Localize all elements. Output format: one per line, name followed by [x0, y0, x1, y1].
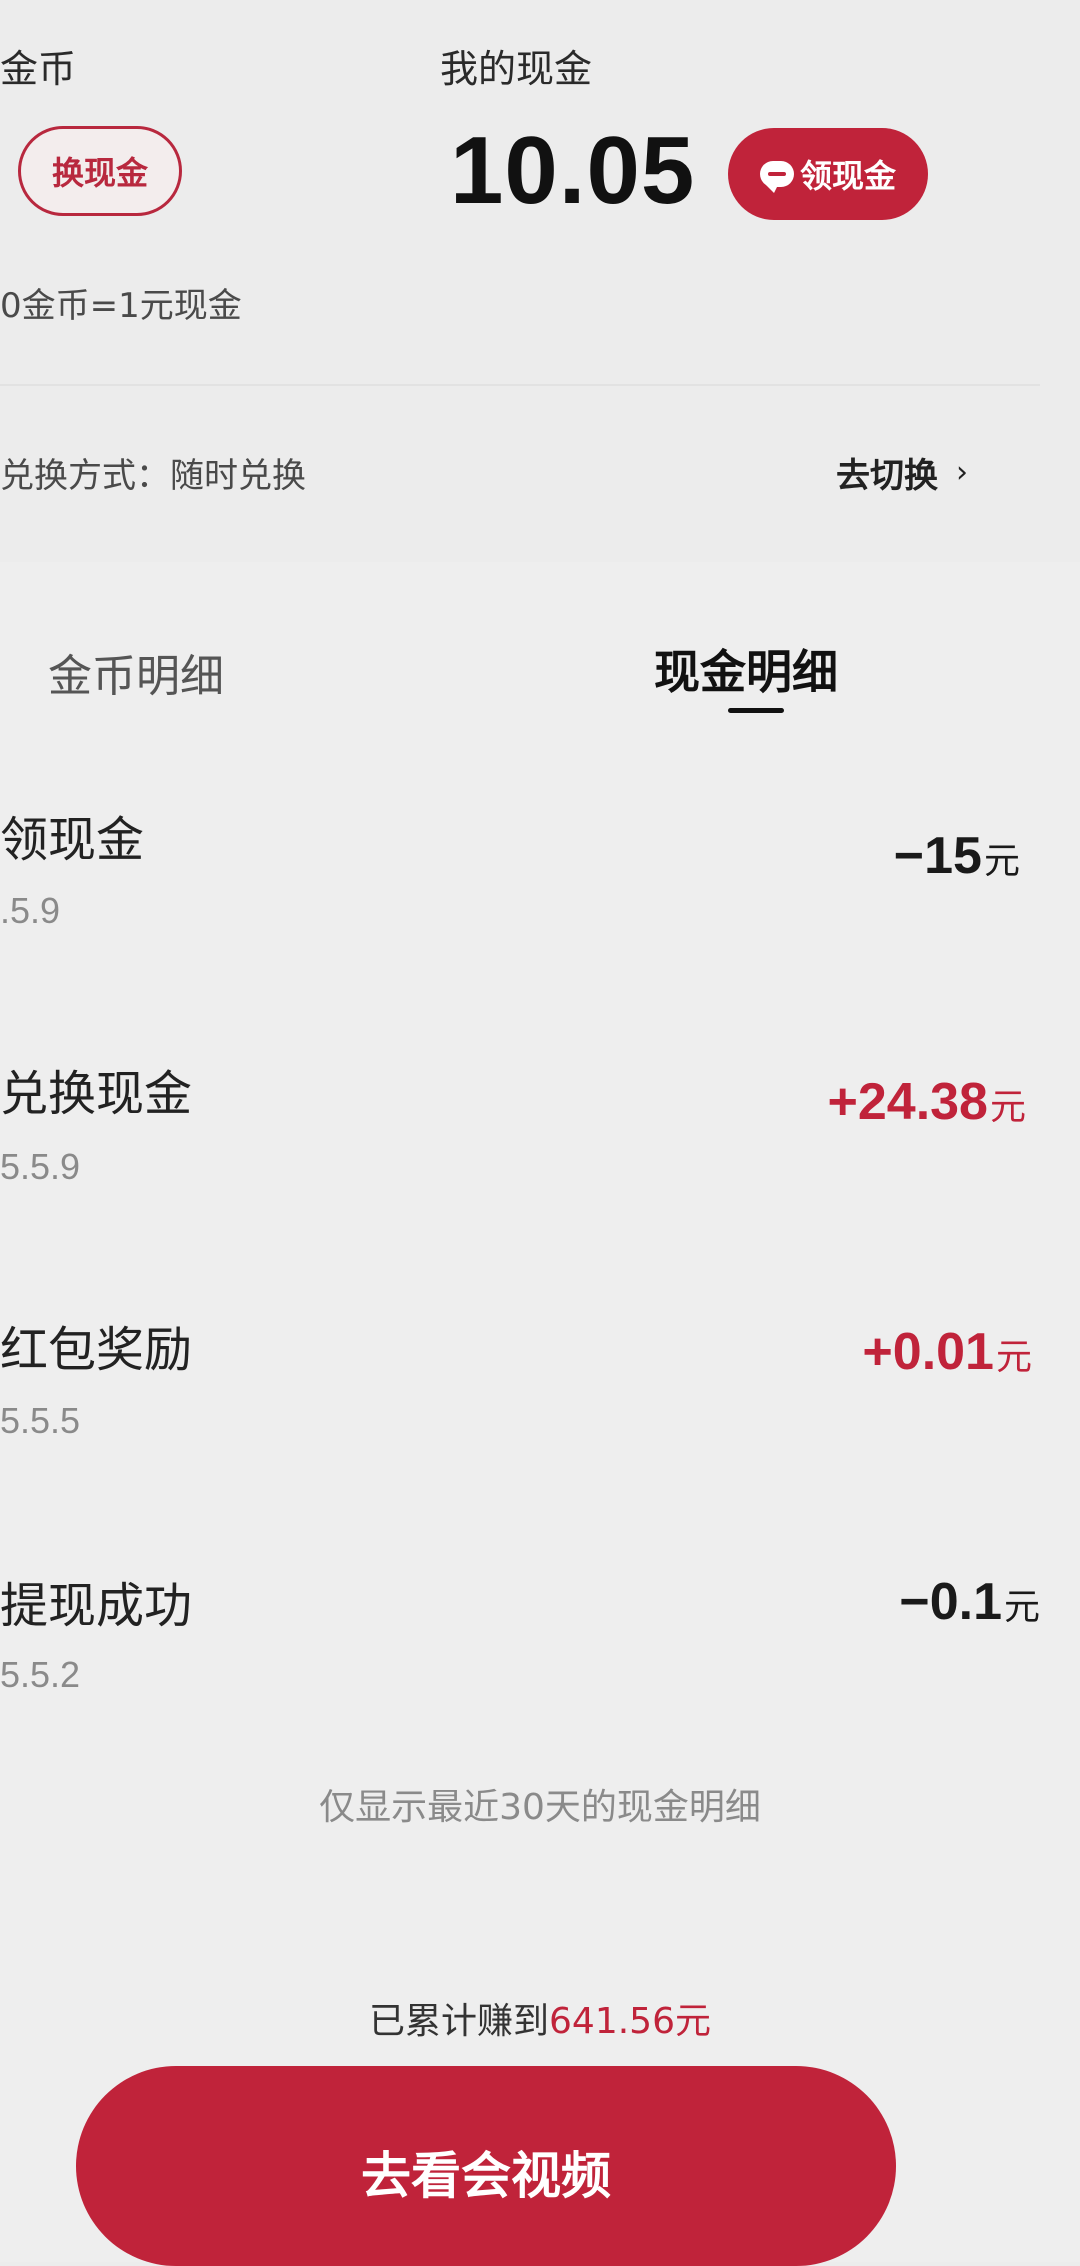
record-amount-value: +24.38: [827, 1073, 988, 1131]
record-title: 提现成功: [0, 1578, 193, 1634]
total-earned-label: 已累计赚到: [369, 2001, 550, 2042]
history-notice: 仅显示最近30天的现金明细: [319, 1787, 761, 1828]
exchange-cash-label: 换现金: [51, 154, 148, 192]
record-date: 5.5.5: [0, 1400, 81, 1441]
exchange-rate-text: 0金币=1元现金: [0, 286, 242, 326]
record-amount: −0.1元: [899, 1572, 1040, 1632]
cash-balance: 10.05: [450, 117, 696, 224]
total-earned-amount: 641.56元: [549, 2001, 711, 2042]
record-amount-value: −15: [893, 827, 982, 885]
chevron-right-icon: ›: [956, 455, 968, 490]
record-date: 5.5.9: [0, 1146, 81, 1187]
divider: [0, 384, 1040, 386]
coin-title: 金币: [0, 47, 77, 91]
total-earned: 已累计赚到641.56元: [0, 1992, 1080, 2044]
record-amount: −15元: [894, 826, 1020, 886]
watch-video-button[interactable]: 去看会视频: [76, 2066, 896, 2266]
record-amount-unit: 元: [995, 1336, 1032, 1377]
record-amount-value: +0.01: [862, 1323, 994, 1381]
cash-title: 我的现金: [440, 47, 593, 91]
watch-video-label: 去看会视频: [361, 2147, 611, 2205]
tab-cash-details[interactable]: 现金明细: [654, 636, 838, 702]
record-title: 兑换现金: [0, 1066, 193, 1122]
exchange-mode-text: 兑换方式：随时兑换: [0, 456, 306, 496]
chat-bubble-icon: [759, 161, 794, 193]
record-amount: +24.38元: [827, 1072, 1026, 1132]
record-date: 5.5.2: [0, 1654, 81, 1695]
claim-cash-button[interactable]: 领现金: [728, 128, 928, 220]
exchange-cash-button[interactable]: 换现金: [18, 126, 182, 216]
record-amount-unit: 元: [983, 840, 1020, 881]
active-tab-indicator: [728, 708, 784, 713]
record-amount-unit: 元: [1003, 1586, 1040, 1627]
record-amount-value: −0.1: [899, 1573, 1002, 1631]
record-title: 领现金: [0, 812, 145, 868]
switch-mode-link[interactable]: 去切换 ›: [836, 448, 968, 497]
record-amount-unit: 元: [989, 1086, 1026, 1127]
record-title: 红包奖励: [0, 1322, 193, 1378]
tab-coin-details[interactable]: 金币明细: [48, 640, 224, 704]
record-amount: +0.01元: [862, 1322, 1032, 1382]
claim-cash-label: 领现金: [799, 157, 896, 195]
switch-mode-label: 去切换: [836, 456, 938, 496]
record-date: .5.9: [0, 890, 61, 931]
